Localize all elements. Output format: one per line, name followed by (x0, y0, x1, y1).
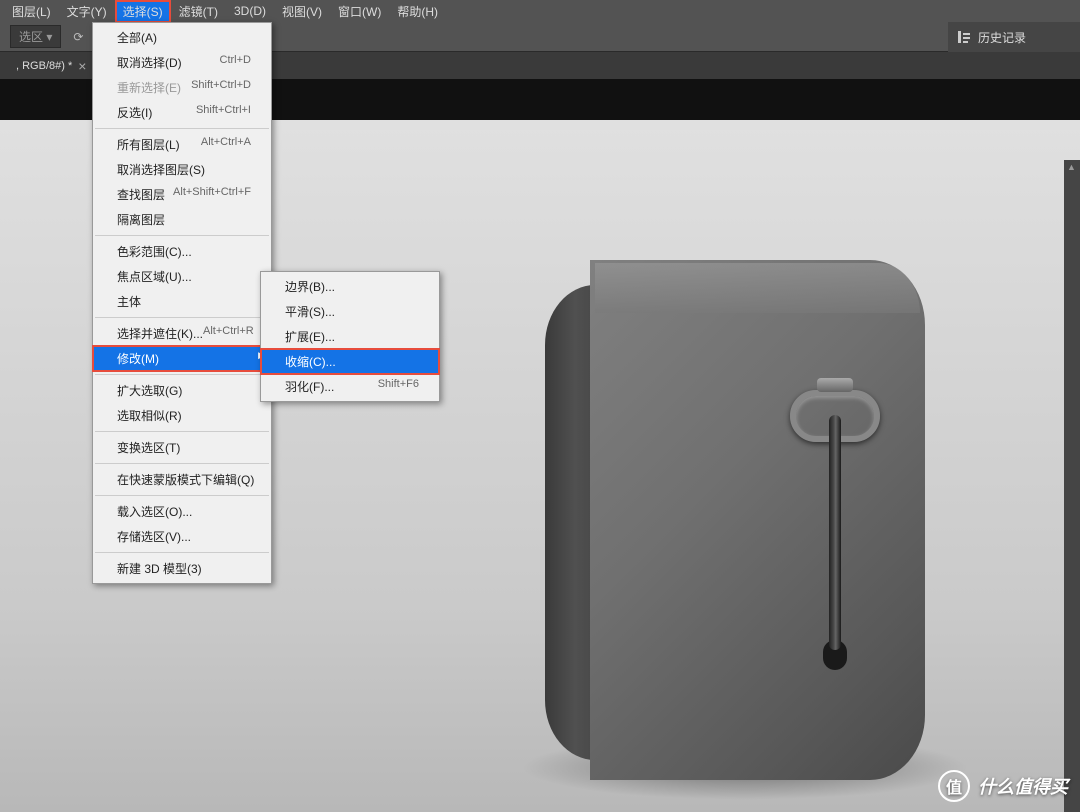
document-tab[interactable]: , RGB/8#) * × (8, 58, 94, 74)
menu-separator (95, 317, 269, 318)
select-menu-item[interactable]: 焦点区域(U)... (93, 264, 271, 289)
modify-submenu-item[interactable]: 扩展(E)... (261, 324, 439, 349)
history-icon (956, 29, 972, 45)
menu-item-label: 扩大选取(G) (117, 382, 182, 399)
menu-item-label: 边界(B)... (285, 278, 335, 295)
vertical-scrollbar[interactable] (1064, 160, 1080, 812)
menu-item-label: 查找图层 (117, 186, 165, 203)
menu-shortcut: Shift+Ctrl+D (191, 79, 251, 96)
menu-item-label: 平滑(S)... (285, 303, 335, 320)
menu-item-label: 存储选区(V)... (117, 528, 191, 545)
select-menu-item[interactable]: 查找图层 Alt+Shift+Ctrl+F (93, 182, 271, 207)
select-menu-item[interactable]: 新建 3D 模型(3) (93, 556, 271, 581)
menu-item-label: 重新选择(E) (117, 79, 181, 96)
refresh-icon[interactable]: ⟳ (73, 30, 83, 44)
select-menu-item[interactable]: 取消选择图层(S) (93, 157, 271, 182)
select-menu-item[interactable]: 在快速蒙版模式下编辑(Q) (93, 467, 271, 492)
menu-item-label: 在快速蒙版模式下编辑(Q) (117, 471, 254, 488)
menu-item-label: 取消选择图层(S) (117, 161, 205, 178)
menu-shortcut: Shift+F6 (378, 378, 419, 395)
menu-item-label: 选择并遮住(K)... (117, 325, 203, 342)
rendered-object (545, 260, 925, 780)
selection-dropdown-label: 选区 (19, 30, 43, 44)
menu-item-label: 新建 3D 模型(3) (117, 560, 202, 577)
watermark-icon: 值 (938, 770, 970, 802)
select-menu-item[interactable]: 载入选区(O)... (93, 499, 271, 524)
menu-separator (95, 235, 269, 236)
menu-item-layer[interactable]: 图层(L) (4, 0, 59, 23)
chevron-down-icon: ▾ (46, 30, 52, 44)
modify-submenu: 边界(B)... 平滑(S)... 扩展(E)... 收缩(C)... 羽化(F)...… (260, 271, 440, 402)
modify-submenu-item[interactable]: 收缩(C)... (261, 349, 439, 374)
menu-item-label: 全部(A) (117, 29, 157, 46)
menu-separator (95, 431, 269, 432)
menu-item-label: 修改(M) (117, 350, 159, 367)
select-menu-item[interactable]: 反选(I) Shift+Ctrl+I (93, 100, 271, 125)
select-menu-item[interactable]: 全部(A) (93, 25, 271, 50)
select-menu-dropdown: 全部(A) 取消选择(D) Ctrl+D 重新选择(E) Shift+Ctrl+D 反选(… (92, 22, 272, 584)
menu-item-help[interactable]: 帮助(H) (389, 0, 446, 23)
menu-separator (95, 463, 269, 464)
menu-shortcut: Alt+Ctrl+R (203, 325, 254, 342)
document-tab-label: , RGB/8#) * (16, 60, 72, 72)
menu-separator (95, 128, 269, 129)
menu-shortcut: Shift+Ctrl+I (196, 104, 251, 121)
menu-item-label: 反选(I) (117, 104, 152, 121)
select-menu-item[interactable]: 变换选区(T) (93, 435, 271, 460)
menu-shortcut: Alt+Shift+Ctrl+F (173, 186, 251, 203)
select-menu-item[interactable]: 色彩范围(C)... (93, 239, 271, 264)
select-menu-item[interactable]: 扩大选取(G) (93, 378, 271, 403)
menu-item-window[interactable]: 窗口(W) (330, 0, 389, 23)
menu-separator (95, 374, 269, 375)
menu-item-label: 扩展(E)... (285, 328, 335, 345)
select-menu-item[interactable]: 主体 (93, 289, 271, 314)
menu-shortcut: Alt+Ctrl+A (201, 136, 251, 153)
menu-bar: 图层(L) 文字(Y) 选择(S) 滤镜(T) 3D(D) 视图(V) 窗口(W… (0, 0, 1080, 22)
menu-separator (95, 552, 269, 553)
menu-item-label: 收缩(C)... (285, 353, 336, 370)
select-menu-item[interactable]: 选取相似(R) (93, 403, 271, 428)
select-menu-item[interactable]: 隔离图层 (93, 207, 271, 232)
history-panel-tab[interactable]: 历史记录 (948, 22, 1080, 52)
watermark: 值 什么值得买 (938, 770, 1068, 802)
modify-submenu-item[interactable]: 边界(B)... (261, 274, 439, 299)
select-menu-item[interactable]: 取消选择(D) Ctrl+D (93, 50, 271, 75)
menu-item-filter[interactable]: 滤镜(T) (171, 0, 226, 23)
menu-item-3d[interactable]: 3D(D) (226, 1, 274, 21)
menu-item-select[interactable]: 选择(S) (115, 0, 171, 23)
select-menu-item[interactable]: 所有图层(L) Alt+Ctrl+A (93, 132, 271, 157)
modify-submenu-item[interactable]: 羽化(F)... Shift+F6 (261, 374, 439, 399)
menu-item-label: 选取相似(R) (117, 407, 182, 424)
menu-item-view[interactable]: 视图(V) (274, 0, 330, 23)
select-menu-item[interactable]: 存储选区(V)... (93, 524, 271, 549)
menu-item-label: 羽化(F)... (285, 378, 334, 395)
menu-item-label: 主体 (117, 293, 141, 310)
menu-item-type[interactable]: 文字(Y) (59, 0, 115, 23)
menu-item-label: 隔离图层 (117, 211, 165, 228)
modify-submenu-item[interactable]: 平滑(S)... (261, 299, 439, 324)
menu-item-label: 焦点区域(U)... (117, 268, 192, 285)
menu-item-label: 变换选区(T) (117, 439, 180, 456)
select-menu-item[interactable]: 选择并遮住(K)...Alt+Ctrl+R (93, 321, 271, 346)
select-menu-item[interactable]: 重新选择(E) Shift+Ctrl+D (93, 75, 271, 100)
menu-item-label: 载入选区(O)... (117, 503, 192, 520)
history-label: 历史记录 (978, 29, 1026, 46)
menu-shortcut: Ctrl+D (220, 54, 251, 71)
menu-item-label: 色彩范围(C)... (117, 243, 192, 260)
selection-dropdown[interactable]: 选区 ▾ (10, 25, 61, 48)
select-menu-item[interactable]: 修改(M) (93, 346, 271, 371)
menu-item-label: 取消选择(D) (117, 54, 182, 71)
close-icon[interactable]: × (78, 58, 86, 74)
menu-separator (95, 495, 269, 496)
menu-item-label: 所有图层(L) (117, 136, 180, 153)
watermark-text: 什么值得买 (978, 773, 1068, 799)
